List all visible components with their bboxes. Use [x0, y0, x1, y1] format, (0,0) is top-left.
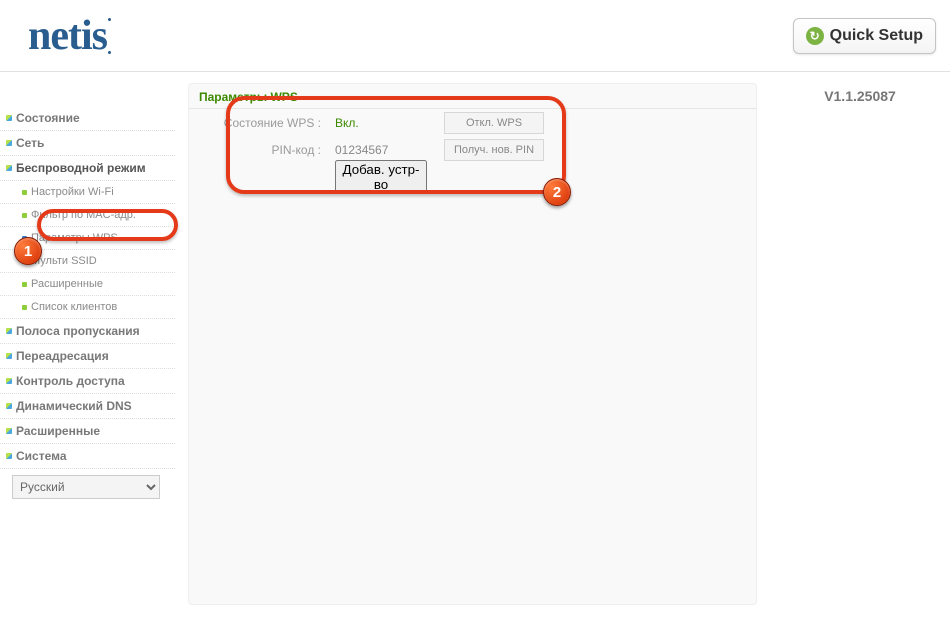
- sidebar-item-ddns[interactable]: Динамический DNS: [0, 394, 175, 419]
- status-value: Вкл.: [329, 116, 444, 130]
- right-column: V1.1.25087: [770, 72, 950, 641]
- add-device-button[interactable]: Добав. устр-во: [335, 160, 427, 194]
- bullet-icon: [6, 328, 12, 334]
- row-pin: PIN-код : 01234567 Получ. нов. PIN: [189, 136, 756, 163]
- sidebar-item-bandwidth[interactable]: Полоса пропускания: [0, 319, 175, 344]
- wps-form: Состояние WPS : Вкл. Откл. WPS PIN-код :…: [189, 109, 756, 190]
- sidebar: Состояние Сеть Беспроводной режим Настро…: [0, 72, 175, 641]
- language-select[interactable]: Русский: [12, 475, 160, 499]
- sidebar-item-advanced-wifi[interactable]: Расширенные: [0, 273, 175, 296]
- sidebar-item-network[interactable]: Сеть: [0, 131, 175, 156]
- sidebar-item-mac-filter[interactable]: Фильтр по MAC-адр.: [0, 204, 175, 227]
- quick-setup-button[interactable]: ↻ Quick Setup: [793, 18, 936, 54]
- sidebar-item-wps-params[interactable]: Параметры WPS: [0, 227, 175, 250]
- content-area: Параметры WPS Состояние WPS : Вкл. Откл.…: [175, 72, 770, 641]
- logo-text: netis: [28, 13, 107, 59]
- bullet-icon: [6, 165, 12, 171]
- sidebar-item-status[interactable]: Состояние: [0, 106, 175, 131]
- bullet-icon: [22, 282, 27, 287]
- sidebar-item-wifi-settings[interactable]: Настройки Wi-Fi: [0, 181, 175, 204]
- sidebar-item-advanced[interactable]: Расширенные: [0, 419, 175, 444]
- row-wps-status: Состояние WPS : Вкл. Откл. WPS: [189, 109, 756, 136]
- bullet-icon: [6, 378, 12, 384]
- bullet-icon: [6, 453, 12, 459]
- logo: netis: [28, 12, 107, 60]
- sidebar-item-system[interactable]: Система: [0, 444, 175, 469]
- bullet-icon: [22, 236, 27, 241]
- sidebar-item-multi-ssid[interactable]: Мульти SSID: [0, 250, 175, 273]
- bullet-icon: [6, 140, 12, 146]
- status-label: Состояние WPS :: [189, 116, 329, 130]
- row-add-device: Добав. устр-во: [189, 163, 756, 190]
- bullet-icon: [22, 213, 27, 218]
- disable-wps-button[interactable]: Откл. WPS: [444, 112, 544, 134]
- sidebar-item-clients[interactable]: Список клиентов: [0, 296, 175, 319]
- bullet-icon: [22, 305, 27, 310]
- quick-setup-label: Quick Setup: [830, 27, 923, 45]
- new-pin-button[interactable]: Получ. нов. PIN: [444, 139, 544, 161]
- bullet-icon: [6, 353, 12, 359]
- bullet-icon: [22, 190, 27, 195]
- refresh-icon: ↻: [806, 27, 824, 45]
- firmware-version: V1.1.25087: [770, 88, 950, 104]
- bullet-icon: [22, 259, 27, 264]
- header: netis ↻ Quick Setup: [0, 0, 950, 72]
- pin-label: PIN-код :: [189, 143, 329, 157]
- bullet-icon: [6, 428, 12, 434]
- sidebar-item-wireless[interactable]: Беспроводной режим: [0, 156, 175, 181]
- bullet-icon: [6, 403, 12, 409]
- section-title: Параметры WPS: [189, 84, 756, 109]
- sidebar-item-access-control[interactable]: Контроль доступа: [0, 369, 175, 394]
- bullet-icon: [6, 115, 12, 121]
- pin-value: 01234567: [329, 143, 444, 157]
- sidebar-item-forwarding[interactable]: Переадресация: [0, 344, 175, 369]
